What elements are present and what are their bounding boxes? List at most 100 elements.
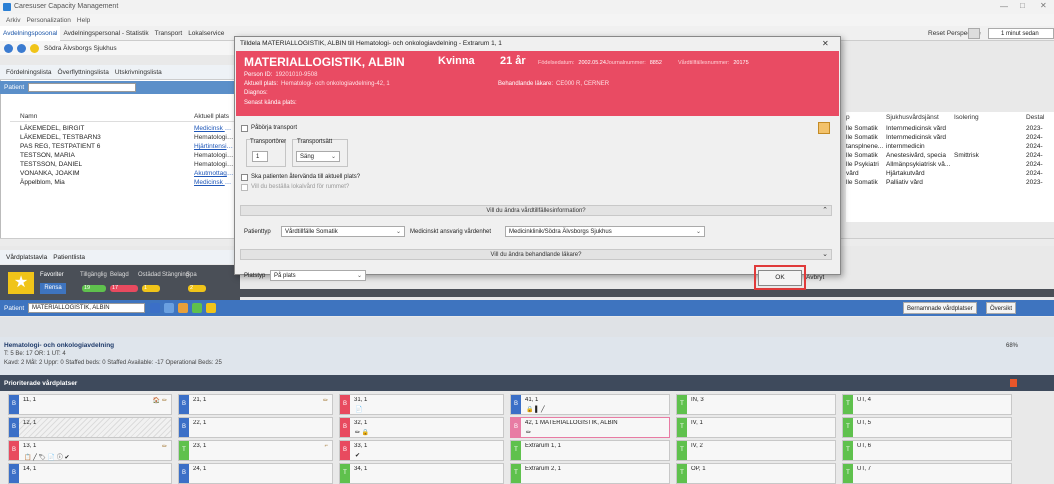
tool-icon-5[interactable] — [206, 303, 216, 313]
bed-card[interactable]: T 34, 1 — [339, 463, 504, 484]
bed-card[interactable]: T 23, 1 ⌐ — [178, 440, 333, 461]
back-icon[interactable] — [4, 43, 13, 53]
patient-place-cell[interactable]: Akutmottagning — [194, 170, 234, 177]
bed-card[interactable]: B 21, 1 ✏ — [178, 394, 333, 415]
tool-icon-3[interactable] — [178, 303, 188, 313]
transport-icon[interactable] — [818, 122, 830, 134]
table-row[interactable]: Äppelblom, Mia Medicinsk akut — [20, 179, 240, 188]
bed-card[interactable]: T UT, 7 — [842, 463, 1012, 484]
bed-card[interactable]: B 11, 1 🏠 ✏ — [8, 394, 172, 415]
ansvarig-select[interactable]: Medicinklinik/Södra Älvsborgs Sjukhus ⌄ — [505, 226, 705, 237]
filter-tab[interactable]: Stängning — [162, 272, 189, 278]
transportsatt-select[interactable]: Säng ⌄ — [296, 151, 340, 162]
menu-arkiv[interactable]: Arkiv — [6, 17, 20, 24]
bed-card[interactable]: B 22, 1 — [178, 417, 333, 438]
platstyp-select[interactable]: På plats ⌄ — [270, 270, 366, 281]
bernamade-button[interactable]: Bernamnade vårdplatser — [903, 302, 977, 314]
bed-card[interactable]: T IV, 1 — [676, 417, 836, 438]
col-place[interactable]: Aktuell plats — [194, 113, 229, 120]
dialog-close-button[interactable]: ✕ — [822, 39, 829, 48]
tool-icon-2[interactable] — [164, 303, 174, 313]
table-row[interactable]: lle Somatik Anestesivård, specia Smittrisk… — [846, 152, 1054, 161]
ok-button[interactable]: OK — [758, 270, 802, 286]
transportorer-spinner[interactable]: 1 — [252, 151, 268, 162]
menu-personalization[interactable]: Personalization — [26, 17, 70, 24]
bed-card[interactable]: T OP, 1 — [676, 463, 836, 484]
lakare-toggle[interactable]: Vill du ändra behandlande läkare? ⌄ — [240, 249, 832, 260]
bed-card[interactable]: T UT, 4 — [842, 394, 1012, 415]
menu-help[interactable]: Help — [77, 17, 90, 24]
table-row[interactable]: TESTSSON, DANIEL Hematologi- oc — [20, 161, 240, 170]
tab-avdelningspersonal-statistik[interactable]: Avdelningspersonal - Statistik — [60, 26, 151, 41]
priority-flag-icon[interactable] — [1010, 379, 1017, 387]
cleaning-checkbox[interactable] — [241, 184, 248, 191]
col-care[interactable]: Sjukhusvårdsjänst — [886, 114, 939, 121]
bed-card[interactable]: B 31, 1 📄 — [339, 394, 504, 415]
filter-tab[interactable]: Belagd — [110, 272, 129, 278]
oversikt-button[interactable]: Översikt — [986, 302, 1017, 314]
cancel-button[interactable]: Avbryt — [806, 274, 824, 281]
filter-count-badge[interactable]: 19 — [82, 285, 106, 292]
bed-card[interactable]: T Extrarum 2, 1 — [510, 463, 670, 484]
star-icon[interactable] — [30, 43, 39, 53]
patient-select-2[interactable]: MATERIALLOGISTIK, ALBIN — [28, 303, 145, 313]
patient-place-cell[interactable]: Medicinsk akut — [194, 125, 234, 132]
bed-action-icon[interactable]: 🏠 ✏ — [153, 397, 167, 404]
filter-count-badge[interactable]: 17 — [110, 285, 138, 292]
splitter-bar[interactable] — [0, 317, 1054, 337]
filter-tab[interactable]: Spa — [186, 272, 197, 278]
bed-card[interactable]: T UT, 6 — [842, 440, 1012, 461]
tab-vardplatstavla[interactable]: Vårdplatstavla — [6, 254, 47, 261]
favorite-star-icon[interactable]: ★ — [8, 272, 34, 294]
bed-card[interactable]: B 32, 1 ✏ 🔒 — [339, 417, 504, 438]
bed-card[interactable]: B 14, 1 — [8, 463, 172, 484]
minimize-button[interactable]: — — [1000, 2, 1008, 11]
patienttyp-select[interactable]: Vårdtillfälle Somatik ⌄ — [281, 226, 405, 237]
patient-place-cell[interactable]: Medicinsk akut — [194, 179, 234, 186]
table-row[interactable]: LÄKEMEDEL, BIRGIT Medicinsk akut — [20, 125, 240, 134]
col-dest[interactable]: Destal — [1026, 114, 1044, 121]
filter-count-badge[interactable]: 2 — [188, 285, 206, 292]
filter-tab[interactable]: Tillgänglig — [80, 272, 107, 278]
tab-utskrivningslista[interactable]: Utskrivningslista — [115, 69, 162, 76]
table-row[interactable]: TESTSON, MARIA Hematologi- oc — [20, 152, 240, 161]
rensa-button[interactable]: Rensa — [40, 283, 66, 294]
tool-icon-4[interactable] — [192, 303, 202, 313]
return-checkbox[interactable] — [241, 174, 248, 181]
table-row[interactable]: vård Hjärtakutvård 2024- — [846, 170, 1054, 179]
tab-patientlista[interactable]: Patientlista — [53, 254, 85, 261]
table-row[interactable]: PAS REG, TESTPATIENT 6 Hjärtintensivvår — [20, 143, 240, 152]
patient-select[interactable] — [28, 83, 136, 92]
tab-fordelningslista[interactable]: Fördelningslista — [6, 69, 52, 76]
vardtillfalle-toggle[interactable]: Vill du ändra vårdtillfällesinformation?… — [240, 205, 832, 216]
table-row[interactable]: LÄKEMEDEL, TESTBARN3 Hematologi- oc — [20, 134, 240, 143]
bed-card[interactable]: B 12, 1 — [8, 417, 172, 438]
bed-card[interactable]: B 13, 1 📋 ╱ 🏷 📄 ⓘ ✔ ✏ — [8, 440, 172, 461]
table-row[interactable]: lle Psykiatri Allmänpsykiatrisk vå... 2024… — [846, 161, 1054, 170]
refresh-status[interactable]: 1 minut sedan — [988, 28, 1054, 39]
bed-card[interactable]: B 24, 1 — [178, 463, 333, 484]
table-row[interactable]: lle Somatik Internmedicinsk vård 2023- — [846, 125, 1054, 134]
bed-card[interactable]: T IV, 2 — [676, 440, 836, 461]
bed-card[interactable]: B 41, 1 🔒 ▌ ╱ — [510, 394, 670, 415]
bed-action-icon[interactable]: ✏ — [323, 397, 328, 404]
bed-card[interactable]: B 33, 1 ✔ — [339, 440, 504, 461]
tab-lokalservice[interactable]: Lokalservice — [185, 26, 227, 41]
table-row[interactable]: tansplnene... internmedicin 2024- — [846, 143, 1054, 152]
perspective-icon[interactable] — [968, 28, 980, 39]
tab-avdelningsposonal[interactable]: Avdelningsposonal — [0, 25, 61, 41]
filter-count-badge[interactable]: 1 — [142, 285, 160, 292]
col-sp[interactable]: p — [846, 114, 850, 121]
bed-action-icon[interactable]: ✏ — [162, 443, 167, 450]
tool-icon-1[interactable] — [150, 303, 160, 313]
bed-action-icon[interactable]: ⌐ — [324, 443, 328, 449]
bed-card[interactable]: T Extrarum 1, 1 — [510, 440, 670, 461]
col-isolation[interactable]: Isolering — [954, 114, 979, 121]
maximize-button[interactable]: □ — [1020, 1, 1025, 10]
start-transport-checkbox[interactable] — [241, 125, 248, 132]
tab-overflyttningslista[interactable]: Överflyttningslista — [58, 69, 109, 76]
bed-card[interactable]: T UT, 5 — [842, 417, 1012, 438]
filter-tab[interactable]: Ostädad — [138, 272, 161, 278]
tab-transport[interactable]: Transport — [152, 26, 186, 41]
forward-icon[interactable] — [17, 43, 26, 53]
